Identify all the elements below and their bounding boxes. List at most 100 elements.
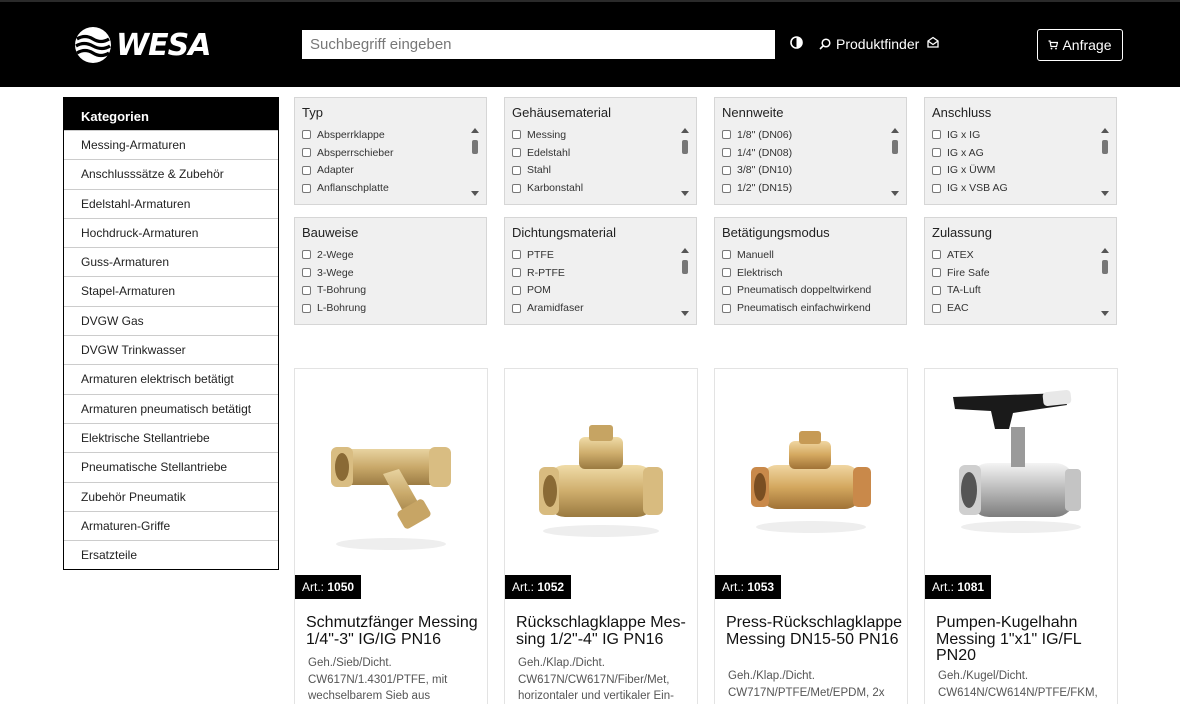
product-title[interactable]: Schmutzfänger Mes­sing 1/4"-3" IG/IG PN1… bbox=[306, 614, 484, 648]
sidebar-item-hochdruck-armaturen[interactable]: Hochdruck-Armaturen bbox=[64, 217, 278, 247]
filter-option[interactable]: Manuell bbox=[722, 246, 871, 264]
scroll-down-icon[interactable] bbox=[681, 311, 689, 316]
filter-option[interactable]: Karbonstahl bbox=[512, 179, 583, 197]
scroll-down-icon[interactable] bbox=[891, 191, 899, 196]
filter-scrollbar[interactable] bbox=[681, 128, 689, 196]
filter-option[interactable]: Stahl bbox=[512, 162, 583, 180]
wesa-logo[interactable]: WESA bbox=[74, 26, 211, 64]
sidebar-item-dvgw-gas[interactable]: DVGW Gas bbox=[64, 305, 278, 335]
filter-option[interactable]: IG x VSB AG bbox=[932, 179, 1008, 197]
product-title[interactable]: Pumpen-Kugelhahn Messing 1"x1" IG/FL PN2… bbox=[936, 614, 1114, 665]
sidebar-item-anschlusssaetze[interactable]: Anschlusssätze & Zubehör bbox=[64, 159, 278, 188]
filter-option[interactable]: Elektrisch bbox=[722, 264, 871, 282]
checkbox[interactable] bbox=[302, 183, 311, 193]
sidebar-item-dvgw-trinkwasser[interactable]: DVGW Trinkwasser bbox=[64, 335, 278, 364]
product-card[interactable]: Art.: 1050 Schmutzfänger Mes­sing 1/4"-3… bbox=[294, 368, 488, 704]
filter-option[interactable]: Pneumatisch einfachwirkend bbox=[722, 299, 871, 317]
scroll-thumb[interactable] bbox=[1102, 140, 1108, 154]
filter-scrollbar[interactable] bbox=[891, 128, 899, 196]
anfrage-button[interactable]: Anfrage bbox=[1037, 29, 1123, 61]
filter-option[interactable]: T-Bohrung bbox=[302, 282, 366, 300]
scroll-down-icon[interactable] bbox=[681, 191, 689, 196]
checkbox[interactable] bbox=[722, 250, 731, 260]
scroll-thumb[interactable] bbox=[682, 140, 688, 154]
checkbox[interactable] bbox=[512, 165, 521, 175]
sidebar-item-ersatzteile[interactable]: Ersatzteile bbox=[64, 540, 278, 569]
contrast-toggle[interactable] bbox=[790, 36, 803, 49]
sidebar-item-zubehoer-pneumatik[interactable]: Zubehör Pneumatik bbox=[64, 481, 278, 511]
checkbox[interactable] bbox=[722, 130, 731, 140]
product-card[interactable]: Art.: 1052 Rückschlagklappe Mes­sing 1/2… bbox=[504, 368, 698, 704]
filter-option[interactable]: Fire Safe bbox=[932, 264, 990, 282]
checkbox[interactable] bbox=[512, 250, 521, 260]
checkbox[interactable] bbox=[932, 250, 941, 260]
checkbox[interactable] bbox=[932, 268, 941, 278]
scroll-thumb[interactable] bbox=[472, 140, 478, 154]
filter-option[interactable]: Edelstahl bbox=[512, 144, 583, 162]
product-title[interactable]: Press-Rückschlag­klappe Messing DN15-50 … bbox=[726, 614, 904, 648]
scroll-down-icon[interactable] bbox=[471, 191, 479, 196]
filter-scrollbar[interactable] bbox=[1101, 248, 1109, 316]
checkbox[interactable] bbox=[512, 303, 521, 313]
checkbox[interactable] bbox=[932, 130, 941, 140]
sidebar-item-guss-armaturen[interactable]: Guss-Armaturen bbox=[64, 247, 278, 276]
checkbox[interactable] bbox=[512, 268, 521, 278]
checkbox[interactable] bbox=[302, 148, 311, 158]
produktfinder-link[interactable]: Produktfinder bbox=[819, 36, 919, 52]
sidebar-item-messing-armaturen[interactable]: Messing-Armaturen bbox=[64, 130, 278, 159]
scroll-down-icon[interactable] bbox=[1101, 311, 1109, 316]
filter-option[interactable]: Anflanschplatte bbox=[302, 179, 393, 197]
checkbox[interactable] bbox=[512, 148, 521, 158]
filter-option[interactable]: 1/2" (DN15) bbox=[722, 179, 792, 197]
filter-option[interactable]: POM bbox=[512, 282, 584, 300]
scroll-thumb[interactable] bbox=[892, 140, 898, 154]
checkbox[interactable] bbox=[512, 183, 521, 193]
checkbox[interactable] bbox=[512, 285, 521, 295]
filter-option[interactable]: 1/4" (DN08) bbox=[722, 144, 792, 162]
filter-option[interactable]: Adapter bbox=[302, 162, 393, 180]
checkbox[interactable] bbox=[302, 268, 311, 278]
scroll-down-icon[interactable] bbox=[1101, 191, 1109, 196]
checkbox[interactable] bbox=[302, 285, 311, 295]
sidebar-item-pneumatische-stellantriebe[interactable]: Pneumatische Stellantriebe bbox=[64, 452, 278, 481]
sidebar-item-armaturen-griffe[interactable]: Armaturen-Griffe bbox=[64, 510, 278, 540]
checkbox[interactable] bbox=[722, 285, 731, 295]
scroll-up-icon[interactable] bbox=[471, 128, 479, 133]
checkbox[interactable] bbox=[932, 183, 941, 193]
scroll-up-icon[interactable] bbox=[681, 128, 689, 133]
checkbox[interactable] bbox=[722, 148, 731, 158]
mail-link[interactable] bbox=[927, 36, 939, 48]
filter-option[interactable]: 3/8" (DN10) bbox=[722, 162, 792, 180]
sidebar-item-armaturen-pneumatisch[interactable]: Armaturen pneumatisch betätigt bbox=[64, 393, 278, 423]
search-input[interactable] bbox=[302, 30, 775, 59]
filter-option[interactable]: Absperrklappe bbox=[302, 126, 393, 144]
filter-option[interactable]: 2-Wege bbox=[302, 246, 366, 264]
checkbox[interactable] bbox=[722, 183, 731, 193]
product-title[interactable]: Rückschlagklappe Mes­sing 1/2"-4" IG PN1… bbox=[516, 614, 694, 648]
checkbox[interactable] bbox=[302, 303, 311, 313]
sidebar-item-stapel-armaturen[interactable]: Stapel-Armaturen bbox=[64, 276, 278, 305]
checkbox[interactable] bbox=[932, 285, 941, 295]
filter-option[interactable]: R-PTFE bbox=[512, 264, 584, 282]
checkbox[interactable] bbox=[722, 268, 731, 278]
sidebar-item-elektrische-stellantriebe[interactable]: Elektrische Stellantriebe bbox=[64, 422, 278, 452]
product-card[interactable]: Art.: 1081 Pumpen-Kugelhahn Messing 1"x1… bbox=[924, 368, 1118, 704]
filter-option[interactable]: EAC bbox=[932, 299, 990, 317]
filter-option[interactable]: Aramidfaser bbox=[512, 299, 584, 317]
scroll-up-icon[interactable] bbox=[1101, 248, 1109, 253]
scroll-thumb[interactable] bbox=[682, 260, 688, 274]
filter-option[interactable]: Pneumatisch doppeltwirkend bbox=[722, 282, 871, 300]
checkbox[interactable] bbox=[932, 165, 941, 175]
filter-option[interactable]: IG x AG bbox=[932, 144, 1008, 162]
scroll-up-icon[interactable] bbox=[1101, 128, 1109, 133]
filter-option[interactable]: TA-Luft bbox=[932, 282, 990, 300]
filter-option[interactable]: Messing bbox=[512, 126, 583, 144]
checkbox[interactable] bbox=[932, 303, 941, 313]
sidebar-item-edelstahl-armaturen[interactable]: Edelstahl-Armaturen bbox=[64, 188, 278, 218]
checkbox[interactable] bbox=[512, 130, 521, 140]
filter-option[interactable]: IG x IG bbox=[932, 126, 1008, 144]
scroll-thumb[interactable] bbox=[1102, 260, 1108, 274]
scroll-up-icon[interactable] bbox=[891, 128, 899, 133]
checkbox[interactable] bbox=[302, 165, 311, 175]
filter-option[interactable]: 1/8" (DN06) bbox=[722, 126, 792, 144]
